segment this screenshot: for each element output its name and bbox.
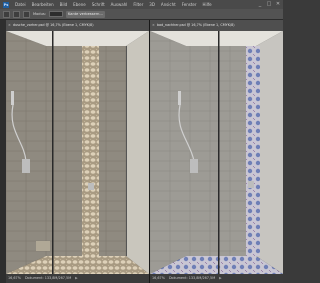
- minimize-icon[interactable]: _: [257, 1, 263, 7]
- menu-item-view[interactable]: Ansicht: [161, 2, 176, 7]
- close-tab-icon[interactable]: ×: [152, 20, 155, 31]
- menu-item-edit[interactable]: Bearbeiten: [32, 2, 54, 7]
- doc-size-info: Dokument: 133,8M/267,5M: [24, 276, 72, 280]
- pebble-accent-strip: [82, 46, 99, 256]
- window-controls: _ □ ✕: [257, 1, 281, 7]
- menu-item-type[interactable]: Schrift: [92, 2, 105, 7]
- document-tab-right[interactable]: × bad_nachher.psd @ 16,7% (Ebene 1, CMYK/…: [150, 20, 283, 31]
- zoom-readout[interactable]: 16,67%: [8, 274, 21, 283]
- menu-item-layer[interactable]: Ebene: [73, 2, 86, 7]
- zoom-readout[interactable]: 16,67%: [152, 274, 165, 283]
- tool-preset-icon[interactable]: [3, 10, 10, 18]
- canvas-right[interactable]: [150, 31, 283, 274]
- status-menu-arrow-icon[interactable]: ▶: [219, 274, 222, 283]
- menu-item-help[interactable]: Hilfe: [203, 2, 212, 7]
- document-tab-left[interactable]: × dusche_vorher.psd @ 16,7% (Ebene 1, CMY…: [6, 20, 149, 31]
- status-bar-left: 16,67% Dokument: 133,8M/267,5M ▶: [6, 274, 149, 283]
- menu-item-file[interactable]: Datei: [15, 2, 26, 7]
- shower-photo-left: [6, 31, 149, 274]
- menu-bar: Ps Datei Bearbeiten Bild Ebene Schrift A…: [0, 0, 283, 9]
- mode-label: Modus:: [33, 12, 46, 16]
- menu-item-image[interactable]: Bild: [60, 2, 68, 7]
- photoshop-logo-icon: Ps: [3, 1, 9, 8]
- doc-size-info: Dokument: 133,8M/267,5M: [168, 276, 216, 280]
- close-icon[interactable]: ✕: [275, 1, 281, 7]
- document-window-right: × bad_nachher.psd @ 16,7% (Ebene 1, CMYK/…: [150, 20, 283, 283]
- options-bar: Modus: Kante verbessern...: [0, 9, 283, 20]
- menu-item-filter[interactable]: Filter: [133, 2, 143, 7]
- close-tab-icon[interactable]: ×: [8, 20, 11, 31]
- menu-item-select[interactable]: Auswahl: [111, 2, 128, 7]
- document-window-left: × dusche_vorher.psd @ 16,7% (Ebene 1, CMY…: [6, 20, 149, 283]
- refine-edge-button[interactable]: Kante verbessern...: [65, 10, 105, 18]
- canvas-left[interactable]: [6, 31, 149, 274]
- menu-item-3d[interactable]: 3D: [149, 2, 155, 7]
- status-bar-right: 16,67% Dokument: 133,8M/267,5M ▶: [150, 274, 283, 283]
- document-tab-title: bad_nachher.psd @ 16,7% (Ebene 1, CMYK/8…: [156, 23, 235, 27]
- document-tab-title: dusche_vorher.psd @ 16,7% (Ebene 1, CMYK…: [12, 23, 94, 27]
- maximize-icon[interactable]: □: [266, 1, 272, 7]
- shower-photo-right: [150, 31, 283, 274]
- status-menu-arrow-icon[interactable]: ▶: [75, 274, 78, 283]
- menu-item-window[interactable]: Fenster: [182, 2, 197, 7]
- patterned-accent-strip: [246, 46, 260, 256]
- mode-select[interactable]: [48, 11, 63, 17]
- add-selection-icon[interactable]: [23, 10, 30, 18]
- new-selection-icon[interactable]: [13, 10, 20, 18]
